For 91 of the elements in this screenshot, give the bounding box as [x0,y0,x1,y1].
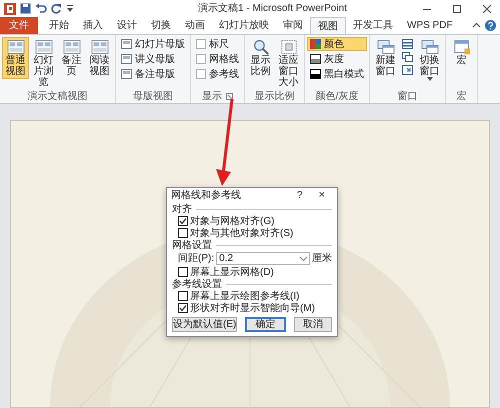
save-icon[interactable] [20,3,31,14]
section-heading: 网格设置 [172,240,212,250]
group-label: 显示 [202,90,222,104]
swatch-icon [310,69,321,79]
swatch-icon [310,39,321,49]
ribbon-button[interactable]: 灰度 [307,52,367,66]
ribbon-tab[interactable]: 开发工具 [346,17,400,34]
ribbon-tab[interactable]: 插入 [76,17,110,34]
ribbon-button[interactable]: 普通视图 [2,37,29,79]
help-button[interactable]: ? [289,188,311,203]
group-label: 显示比例 [254,90,294,104]
magnifier-icon [252,39,270,55]
slides-icon [6,39,24,55]
checkbox-icon [178,291,188,301]
group-label: 窗口 [398,90,418,104]
checkbox-icon [178,228,188,238]
ribbon-button[interactable]: 备注页 [58,37,85,79]
slides-icon [62,39,80,55]
window-title: 演示文稿1 - Microsoft PowerPoint [198,2,348,16]
checkbox-icon [196,54,206,64]
collapse-ribbon-icon[interactable] [472,21,481,30]
dialog-button[interactable]: 取消 [294,317,332,332]
slide-master-icon [121,54,132,64]
checkbox-icon [178,267,188,277]
ribbon-tab[interactable]: 开始 [42,17,76,34]
section-heading: 参考线设置 [172,278,222,290]
move-split-icon[interactable] [402,65,413,75]
launcher-icon[interactable] [226,93,233,100]
help-icon[interactable] [485,20,496,31]
dialog-button[interactable]: 确定 [245,317,286,332]
redo-icon[interactable] [51,3,62,14]
ribbon-button[interactable]: 显示比例 [247,37,274,79]
ribbon-checkbox[interactable]: 参考线 [193,67,242,81]
maximize-icon[interactable] [452,4,462,14]
group-label: 母版视图 [133,90,173,104]
swatch-icon [310,54,321,64]
ribbon-tab[interactable]: 幻灯片放映 [212,17,276,34]
checkbox[interactable]: 屏幕上显示绘图参考线(I) [172,290,332,302]
ribbon-tab[interactable]: 审阅 [276,17,310,34]
ribbon-checkbox[interactable]: 标尺 [193,37,242,51]
checkbox-icon [178,216,188,226]
ribbon-button[interactable]: 幻灯片母版 [118,37,188,51]
checkbox[interactable]: 形状对齐时显示智能向导(M) [172,302,332,314]
group-label: 演示文稿视图 [28,90,88,104]
ribbon-tab[interactable]: 动画 [178,17,212,34]
ribbon-button[interactable]: 阅读视图 [86,37,113,79]
group-label: 宏 [456,90,466,104]
close-icon[interactable] [482,4,492,14]
cascade-icon[interactable] [402,52,413,62]
ribbon-button[interactable]: 黑白模式 [307,67,367,81]
checkbox[interactable]: 对象与其他对象对齐(S) [172,227,332,239]
group-label: 颜色/灰度 [316,90,358,104]
ribbon-button[interactable]: 备注母版 [118,67,188,81]
checkbox-icon [178,303,188,313]
ribbon-tab[interactable]: WPS PDF [400,17,460,34]
ribbon-tab[interactable]: 视图 [310,17,346,34]
sheet-icon [452,39,470,55]
field-label: 间距(P): [178,252,214,266]
frame-icon [280,39,298,55]
ribbon-checkbox[interactable]: 网格线 [193,52,242,66]
windows-icon [420,39,438,55]
unit-label: 厘米 [312,252,332,266]
slide-master-icon [121,39,132,49]
dropdown-caret-icon[interactable] [299,254,308,263]
close-button[interactable]: × [310,187,333,204]
customize-caret-icon[interactable] [66,4,74,14]
ribbon-tab[interactable]: 文件 [0,17,38,34]
windows-icon [376,39,394,55]
ribbon-button[interactable]: 切换窗口 [416,37,443,83]
section-heading: 对齐 [172,204,192,214]
dialog-button[interactable]: 设为默认值(E) [172,317,238,332]
checkbox-icon [196,69,206,79]
ribbon-button[interactable]: 新建窗口 [372,37,399,79]
checkbox[interactable]: 对象与网格对齐(G) [172,215,332,227]
slides-icon [34,39,52,55]
slide-master-icon [121,69,132,79]
checkbox-icon [196,39,206,49]
ribbon-button[interactable]: 讲义母版 [118,52,188,66]
ribbon-button[interactable]: 适应窗口大小 [275,37,302,90]
slides-icon [90,39,108,55]
ribbon-tab[interactable]: 切换 [144,17,178,34]
ribbon-tab[interactable]: 设计 [110,17,144,34]
app-logo-icon [4,2,16,14]
arrange-icon[interactable] [402,39,413,49]
ribbon-button[interactable]: 颜色 [307,37,367,51]
undo-icon[interactable] [35,3,47,14]
checkbox[interactable]: 屏幕上显示网格(D) [172,266,332,278]
ribbon-button[interactable]: 幻灯片浏览 [30,37,57,90]
ribbon-button[interactable]: 宏 [448,37,475,68]
dialog-title: 网格线和参考线 [171,188,242,203]
spacing-field[interactable]: 0.2 [216,252,310,265]
